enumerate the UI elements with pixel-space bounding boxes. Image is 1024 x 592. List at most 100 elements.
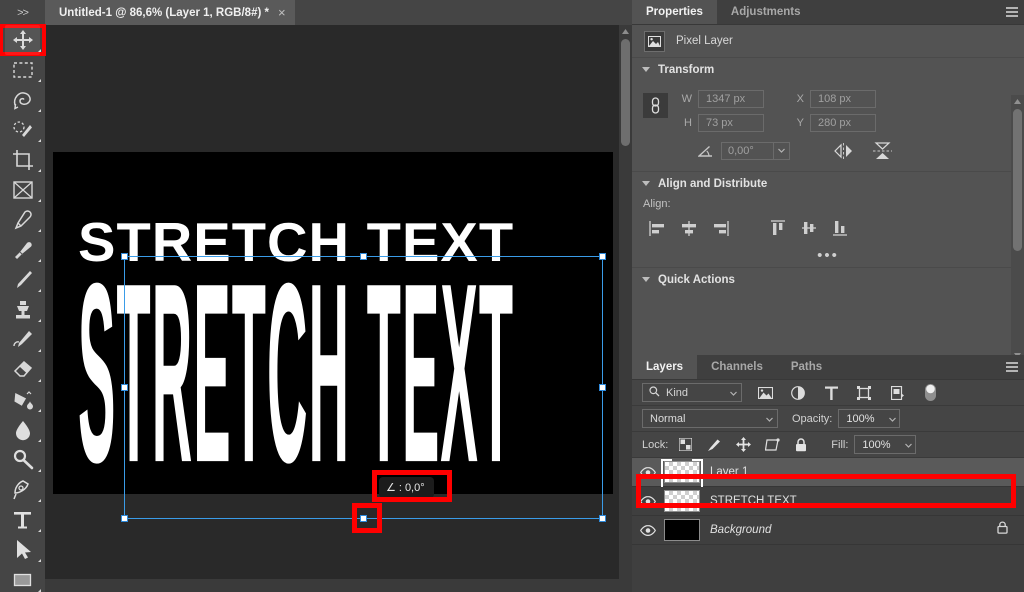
- close-icon[interactable]: ×: [278, 6, 286, 19]
- healing-brush-tool[interactable]: [0, 235, 45, 265]
- layers-panel-menu-button[interactable]: [1000, 355, 1024, 379]
- move-tool[interactable]: [0, 25, 45, 55]
- align-left-edges-icon[interactable]: [642, 217, 673, 239]
- quick-selection-tool[interactable]: [0, 115, 45, 145]
- flip-horizontal-icon[interactable]: [832, 141, 854, 161]
- scroll-up-icon[interactable]: [619, 25, 632, 38]
- rectangle-tool[interactable]: [0, 565, 45, 592]
- layer-visibility-toggle[interactable]: [632, 467, 664, 478]
- layers-list: Layer 1STRETCH TEXTBackground: [632, 458, 1024, 545]
- layer-filter-kind-select[interactable]: Kind: [642, 383, 742, 402]
- opacity-input[interactable]: 100%: [838, 409, 900, 428]
- blur-icon: [12, 419, 34, 441]
- clone-stamp-tool[interactable]: [0, 295, 45, 325]
- layers-panel: Layers Channels Paths: [632, 355, 1024, 592]
- document-horizontal-scrollbar[interactable]: [45, 579, 632, 592]
- lock-transparent-pixels-icon[interactable]: [677, 437, 693, 453]
- scroll-up-icon[interactable]: [1011, 95, 1024, 108]
- transform-row-w-x: W 1347 px X 108 px: [632, 87, 1024, 111]
- rotation-angle-dropdown[interactable]: [773, 142, 790, 160]
- chevron-down-icon: [642, 181, 650, 186]
- eraser-tool[interactable]: [0, 355, 45, 385]
- y-input[interactable]: 280 px: [810, 114, 876, 132]
- layer-visibility-toggle[interactable]: [632, 525, 664, 536]
- layer-visibility-toggle[interactable]: [632, 496, 664, 507]
- flip-vertical-icon[interactable]: [871, 141, 893, 161]
- link-width-height-button[interactable]: [643, 93, 668, 118]
- align-bottom-edges-icon[interactable]: [824, 217, 855, 239]
- lock-all-icon[interactable]: [793, 437, 809, 453]
- width-input[interactable]: 1347 px: [698, 90, 764, 108]
- type-tool[interactable]: [0, 505, 45, 535]
- document-vertical-scrollbar[interactable]: [619, 25, 632, 579]
- path-selection-tool[interactable]: [0, 535, 45, 565]
- align-right-edges-icon[interactable]: [704, 217, 735, 239]
- lock-position-icon[interactable]: [735, 437, 751, 453]
- gradient-tool[interactable]: [0, 385, 45, 415]
- transform-handle-bottom-center[interactable]: [360, 515, 367, 522]
- lock-artboard-nesting-icon[interactable]: [764, 437, 780, 453]
- document-tab-bar: Untitled-1 @ 86,6% (Layer 1, RGB/8#) * ×: [45, 0, 632, 25]
- lock-image-pixels-icon[interactable]: [706, 437, 722, 453]
- history-brush-tool[interactable]: [0, 325, 45, 355]
- layer-thumbnail[interactable]: [664, 490, 700, 512]
- align-more-options-button[interactable]: •••: [632, 251, 1024, 261]
- brush-tool[interactable]: [0, 265, 45, 295]
- eyedropper-tool[interactable]: [0, 205, 45, 235]
- filter-adjustment-icon[interactable]: [789, 384, 807, 402]
- canvas[interactable]: STRETCH TEXT STRETCH TEXT: [53, 152, 613, 494]
- clone-stamp-icon: [12, 299, 34, 321]
- blur-tool[interactable]: [0, 415, 45, 445]
- rotation-angle-input[interactable]: 0,00°: [721, 142, 773, 160]
- layer-thumbnail[interactable]: [664, 461, 700, 483]
- layer-row[interactable]: Background: [632, 516, 1024, 545]
- filter-toggle-switch[interactable]: [921, 384, 939, 402]
- tab-paths[interactable]: Paths: [777, 355, 836, 379]
- x-input[interactable]: 108 px: [810, 90, 876, 108]
- crop-tool[interactable]: [0, 145, 45, 175]
- filter-pixel-icon[interactable]: [756, 384, 774, 402]
- section-transform-header[interactable]: Transform: [632, 58, 1024, 81]
- tool-more-indicator: [38, 109, 41, 112]
- dodge-tool[interactable]: [0, 445, 45, 475]
- properties-panel-menu-button[interactable]: [1000, 0, 1024, 24]
- toolbar-expand-button[interactable]: >>: [0, 0, 45, 25]
- blend-mode-select[interactable]: Normal: [642, 409, 778, 428]
- transform-handle-bottom-left[interactable]: [121, 515, 128, 522]
- height-input[interactable]: 73 px: [698, 114, 764, 132]
- section-align-header[interactable]: Align and Distribute: [632, 172, 1024, 195]
- healing-brush-icon: [12, 239, 34, 261]
- filter-shape-icon[interactable]: [855, 384, 873, 402]
- properties-scrollbar-thumb[interactable]: [1013, 109, 1022, 251]
- tab-properties[interactable]: Properties: [632, 0, 717, 24]
- frame-tool[interactable]: [0, 175, 45, 205]
- lasso-tool[interactable]: [0, 85, 45, 115]
- history-brush-icon: [12, 329, 34, 351]
- properties-scrollbar[interactable]: [1011, 95, 1024, 362]
- tab-adjustments[interactable]: Adjustments: [717, 0, 815, 24]
- blend-opacity-row: Normal Opacity: 100%: [632, 406, 1024, 432]
- layer-row[interactable]: Layer 1: [632, 458, 1024, 487]
- section-align-title: Align and Distribute: [658, 178, 767, 190]
- tab-layers[interactable]: Layers: [632, 355, 697, 379]
- section-quick-actions-header[interactable]: Quick Actions: [632, 268, 1024, 291]
- document-tab[interactable]: Untitled-1 @ 86,6% (Layer 1, RGB/8#) * ×: [45, 0, 295, 25]
- tab-channels[interactable]: Channels: [697, 355, 777, 379]
- filter-type-icon[interactable]: [822, 384, 840, 402]
- align-horizontal-centers-icon[interactable]: [673, 217, 704, 239]
- marquee-tool[interactable]: [0, 55, 45, 85]
- filter-smart-object-icon[interactable]: [888, 384, 906, 402]
- align-label: Align:: [632, 198, 1024, 210]
- tool-more-indicator: [38, 529, 41, 532]
- align-top-edges-icon[interactable]: [762, 217, 793, 239]
- layer-row[interactable]: STRETCH TEXT: [632, 487, 1024, 516]
- fill-input[interactable]: 100%: [854, 435, 916, 454]
- layer-thumbnail[interactable]: [664, 519, 700, 541]
- lock-label: Lock:: [642, 439, 668, 451]
- rotation-tooltip: ∠ : 0,0°: [379, 477, 434, 498]
- pen-tool[interactable]: [0, 475, 45, 505]
- transform-handle-bottom-right[interactable]: [599, 515, 606, 522]
- align-vertical-centers-icon[interactable]: [793, 217, 824, 239]
- document-vertical-scrollbar-thumb[interactable]: [621, 39, 630, 146]
- properties-layer-kind: Pixel Layer: [676, 35, 733, 47]
